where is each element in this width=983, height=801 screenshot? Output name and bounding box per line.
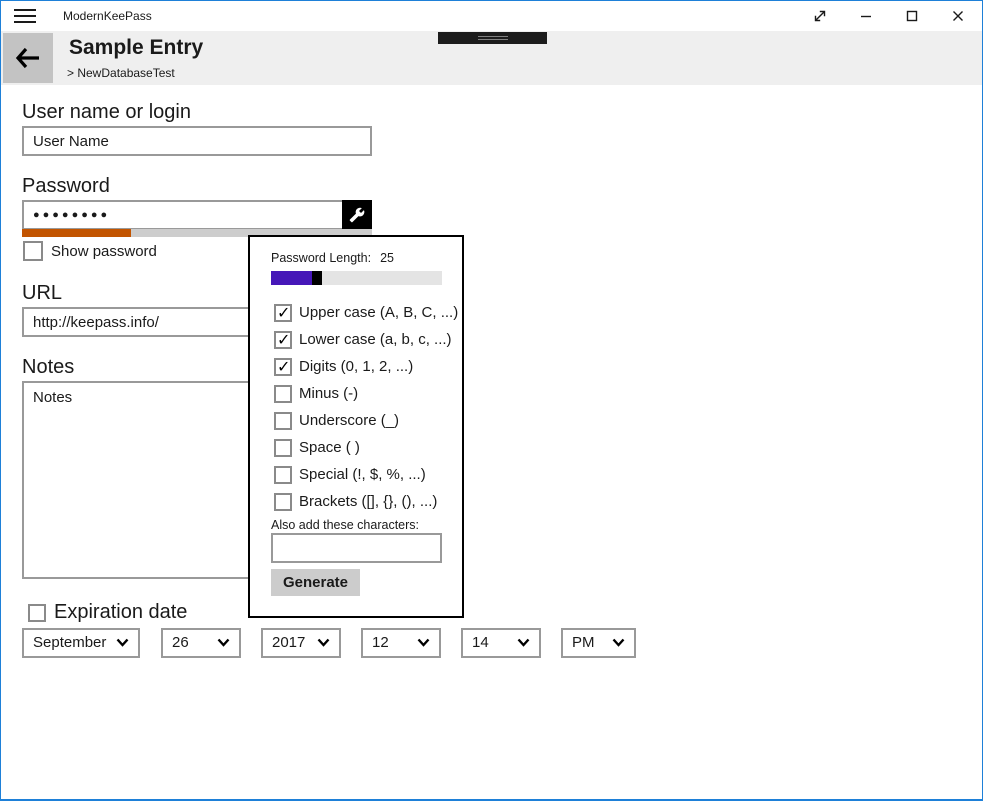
app-title: ModernKeePass [63, 1, 152, 31]
option-label: Minus (-) [299, 385, 358, 402]
chevron-down-icon [612, 638, 625, 647]
back-arrow-icon [15, 47, 41, 69]
date-dropdown[interactable]: 14 [461, 628, 541, 658]
password-label: Password [22, 175, 110, 198]
chevron-down-icon [116, 638, 129, 647]
option-checkbox[interactable] [274, 439, 292, 457]
show-password-row: Show password [23, 241, 157, 261]
date-dropdown[interactable]: 12 [361, 628, 441, 658]
hamburger-menu-icon[interactable] [14, 9, 36, 23]
date-dropdown[interactable]: PM [561, 628, 636, 658]
close-icon [950, 8, 966, 24]
password-length-row: Password Length: 25 [271, 251, 394, 265]
show-password-label: Show password [51, 243, 157, 260]
app-window: ModernKeePass [0, 0, 983, 801]
window-controls [797, 1, 981, 31]
date-dropdown-value: 26 [172, 630, 189, 656]
close-button[interactable] [935, 1, 981, 31]
diagonal-resize-icon [812, 8, 828, 24]
slider-fill [271, 271, 312, 285]
show-password-checkbox[interactable] [23, 241, 43, 261]
password-dots: ●●●●●●●● [33, 202, 110, 228]
generator-option-row: Special (!, $, %, ...) [274, 461, 458, 488]
notes-label: Notes [22, 356, 74, 379]
expiration-date-row: September 26 2017 12 14 PM [1, 628, 982, 658]
expiration-checkbox[interactable] [28, 604, 46, 622]
username-label: User name or login [22, 101, 191, 124]
password-length-value: 25 [380, 251, 394, 265]
minimize-icon [858, 8, 874, 24]
maximize-button[interactable] [889, 1, 935, 31]
chevron-down-icon [317, 638, 330, 647]
page-title: Sample Entry [69, 36, 203, 60]
option-label: Space ( ) [299, 439, 360, 456]
generator-options: Upper case (A, B, C, ...) Lower case (a, … [274, 299, 458, 515]
option-checkbox[interactable] [274, 493, 292, 511]
chevron-down-icon [217, 638, 230, 647]
date-dropdown-value: PM [572, 630, 595, 656]
generator-option-row: Minus (-) [274, 380, 458, 407]
option-checkbox[interactable] [274, 358, 292, 376]
expiration-row: Expiration date [28, 601, 187, 624]
title-bar: ModernKeePass [1, 1, 982, 31]
breadcrumb: > NewDatabaseTest [67, 66, 175, 80]
password-generator-flyout: Password Length: 25 Upper case (A, B, C, … [248, 235, 464, 618]
chevron-down-icon [517, 638, 530, 647]
password-length-slider[interactable] [271, 271, 442, 285]
date-dropdown[interactable]: September [22, 628, 140, 658]
appbar-collapsed-handle[interactable] [438, 32, 547, 44]
password-generator-button[interactable] [342, 200, 372, 230]
option-label: Special (!, $, %, ...) [299, 466, 426, 483]
generator-option-row: Digits (0, 1, 2, ...) [274, 353, 458, 380]
option-checkbox[interactable] [274, 331, 292, 349]
expiration-label: Expiration date [54, 601, 187, 624]
generate-button[interactable]: Generate [271, 569, 360, 596]
fullscreen-button[interactable] [797, 1, 843, 31]
date-dropdown-value: September [33, 630, 106, 656]
slider-thumb[interactable] [312, 271, 322, 285]
username-input[interactable] [22, 126, 372, 156]
option-label: Brackets ([], {}, (), ...) [299, 493, 437, 510]
date-dropdown[interactable]: 2017 [261, 628, 341, 658]
page-header: Sample Entry > NewDatabaseTest [1, 31, 982, 85]
url-label: URL [22, 282, 62, 305]
wrench-icon [349, 207, 365, 223]
generator-option-row: Underscore (_) [274, 407, 458, 434]
also-add-input[interactable] [271, 533, 442, 563]
generator-option-row: Lower case (a, b, c, ...) [274, 326, 458, 353]
date-dropdown-value: 12 [372, 630, 389, 656]
option-label: Lower case (a, b, c, ...) [299, 331, 452, 348]
chevron-down-icon [417, 638, 430, 647]
generator-option-row: Upper case (A, B, C, ...) [274, 299, 458, 326]
option-label: Upper case (A, B, C, ...) [299, 304, 458, 321]
password-input[interactable]: ●●●●●●●● [22, 200, 372, 230]
generator-option-row: Brackets ([], {}, (), ...) [274, 488, 458, 515]
date-dropdown-value: 14 [472, 630, 489, 656]
option-label: Underscore (_) [299, 412, 399, 429]
option-checkbox[interactable] [274, 385, 292, 403]
also-add-label: Also add these characters: [271, 518, 419, 532]
option-label: Digits (0, 1, 2, ...) [299, 358, 413, 375]
option-checkbox[interactable] [274, 412, 292, 430]
date-dropdown[interactable]: 26 [161, 628, 241, 658]
minimize-button[interactable] [843, 1, 889, 31]
maximize-icon [904, 8, 920, 24]
generator-option-row: Space ( ) [274, 434, 458, 461]
option-checkbox[interactable] [274, 466, 292, 484]
date-dropdown-value: 2017 [272, 630, 305, 656]
option-checkbox[interactable] [274, 304, 292, 322]
password-strength-fill [22, 229, 131, 237]
password-length-label: Password Length: [271, 251, 371, 265]
back-button[interactable] [3, 33, 53, 83]
